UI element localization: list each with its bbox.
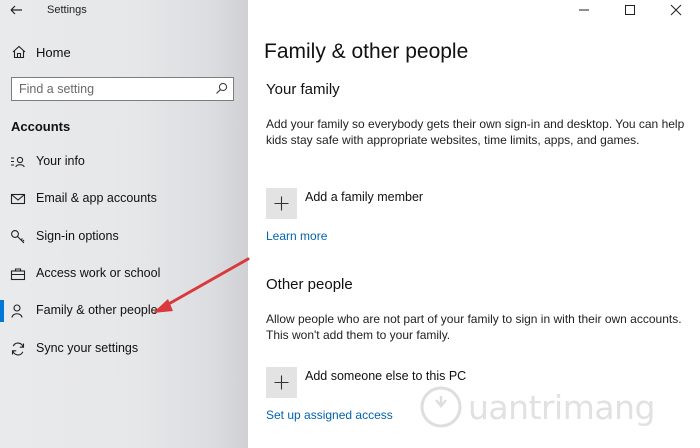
sidebar-item-label: Access work or school (36, 266, 161, 280)
sidebar-item-label: Sync your settings (36, 341, 139, 355)
your-family-heading: Your family (266, 81, 340, 98)
settings-window: Settings Home Accounts Your info (0, 0, 700, 448)
plus-tile (266, 188, 297, 219)
page-title: Family & other people (264, 40, 469, 63)
sidebar-item-home[interactable]: Home (0, 40, 248, 66)
set-up-assigned-access-link[interactable]: Set up assigned access (266, 408, 393, 422)
maximize-button[interactable] (620, 2, 640, 18)
plus-icon (274, 375, 289, 390)
sidebar-item-label: Email & app accounts (36, 191, 157, 205)
add-family-member-label: Add a family member (305, 190, 424, 204)
watermark-logo-icon (420, 386, 462, 428)
back-button[interactable] (6, 1, 28, 19)
sidebar-item-sign-in-options[interactable]: Sign-in options (0, 222, 248, 252)
search-icon[interactable] (215, 82, 228, 95)
selection-indicator (0, 300, 4, 322)
sync-icon (11, 342, 25, 356)
sidebar-item-label: Home (36, 45, 71, 60)
watermark-text: uantrimang (468, 388, 655, 427)
app-title: Settings (47, 4, 87, 16)
other-people-heading: Other people (266, 276, 353, 293)
sidebar-item-label: Sign-in options (36, 229, 119, 243)
plus-icon (274, 196, 289, 211)
back-arrow-icon (10, 5, 22, 15)
sidebar-item-your-info[interactable]: Your info (0, 147, 248, 177)
plus-tile (266, 367, 297, 398)
search-box[interactable] (11, 77, 234, 101)
sidebar-item-sync-settings[interactable]: Sync your settings (0, 334, 248, 364)
learn-more-link[interactable]: Learn more (266, 229, 327, 243)
watermark: uantrimang (418, 384, 658, 432)
sidebar-item-label: Your info (36, 154, 85, 168)
other-people-description: Allow people who are not part of your fa… (266, 312, 682, 342)
briefcase-icon (10, 268, 26, 281)
search-input[interactable] (19, 80, 199, 97)
sidebar-item-label: Family & other people (36, 303, 158, 317)
your-family-description: Add your family so everybody gets their … (266, 117, 685, 147)
close-icon (670, 4, 682, 16)
sidebar-item-email-accounts[interactable]: Email & app accounts (0, 184, 248, 214)
main-content: Family & other people Your family Add yo… (248, 0, 700, 448)
maximize-icon (625, 5, 635, 15)
sidebar-item-access-work[interactable]: Access work or school (0, 259, 248, 289)
section-heading: Accounts (11, 119, 71, 134)
title-bar: Settings (0, 0, 248, 22)
sidebar: Settings Home Accounts Your info (0, 0, 248, 448)
minimize-button[interactable] (574, 2, 594, 18)
person-icon (11, 304, 23, 318)
key-icon (11, 230, 25, 244)
window-controls (570, 0, 700, 22)
sidebar-item-family-other-people[interactable]: Family & other people (0, 296, 248, 326)
person-lines-icon (11, 156, 25, 168)
add-family-member-button[interactable]: Add a family member (266, 188, 566, 220)
add-someone-else-label: Add someone else to this PC (305, 369, 467, 383)
home-icon (12, 45, 26, 59)
mail-icon (10, 193, 26, 205)
close-button[interactable] (666, 2, 686, 18)
minimize-icon (579, 9, 589, 11)
